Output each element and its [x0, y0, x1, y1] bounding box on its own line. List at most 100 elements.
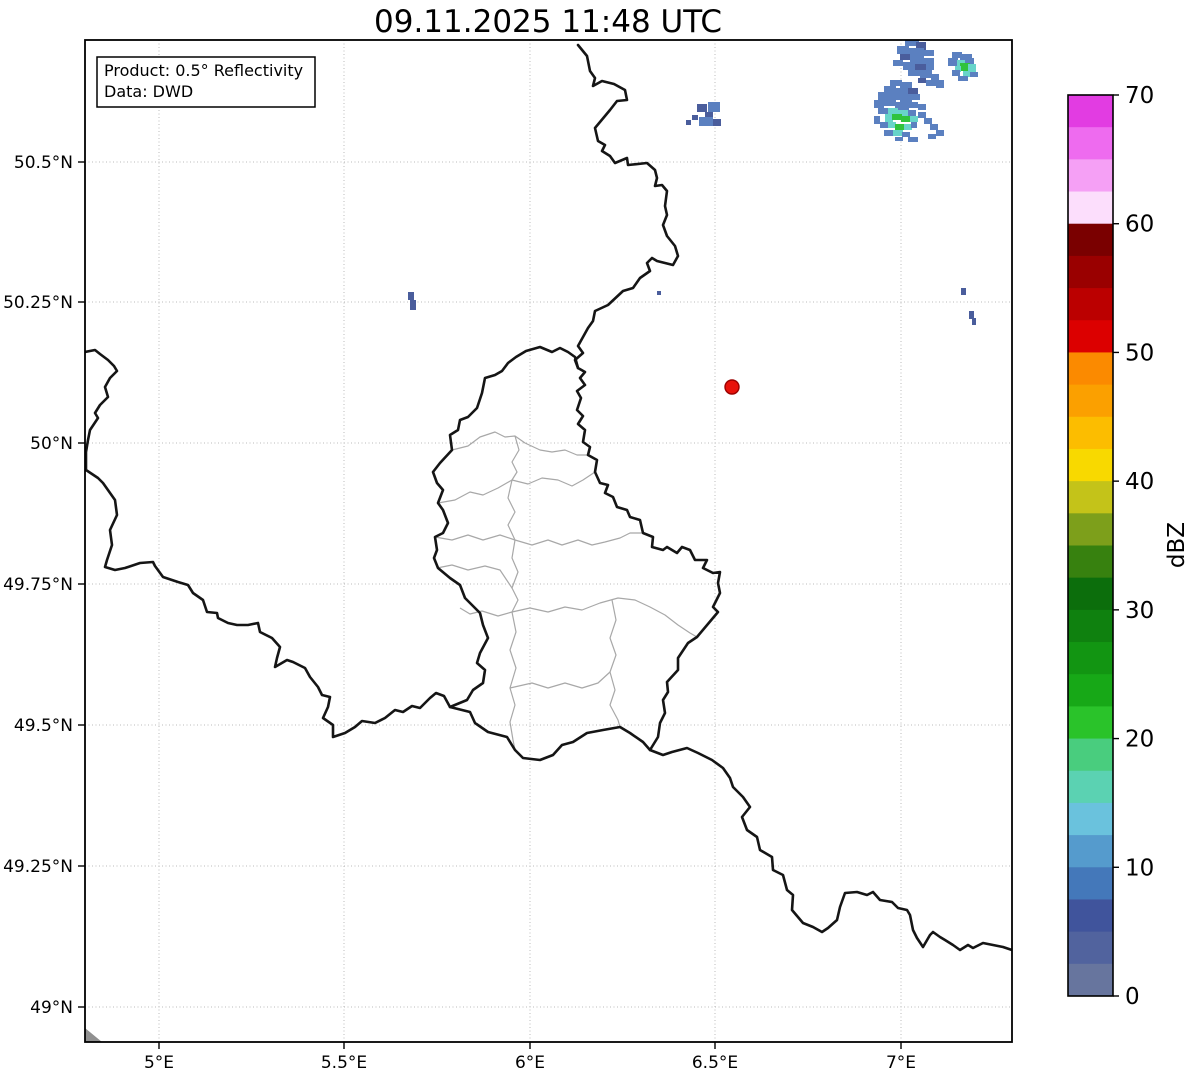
colorbar-segment — [1068, 545, 1113, 579]
colorbar-segment — [1068, 416, 1113, 450]
radar-echo-cell — [697, 104, 707, 112]
colorbar-segment — [1068, 513, 1113, 546]
radar-echo-cell — [408, 292, 414, 300]
colorbar-segment — [1068, 352, 1113, 386]
colorbar-segment — [1068, 963, 1113, 997]
colorbar-segment — [1068, 577, 1113, 611]
radar-echo-cell — [968, 64, 976, 72]
y-tick-label: 50°N — [30, 434, 73, 454]
product-label: Product: 0.5° Reflectivity — [104, 61, 303, 80]
radar-echo-cell — [874, 116, 880, 124]
radar-echo-cell — [888, 122, 896, 128]
radar-echo-cell — [924, 118, 932, 124]
colorbar-tick-label: 60 — [1125, 212, 1154, 238]
colorbar-segment — [1068, 867, 1113, 900]
colorbar-segment — [1068, 320, 1113, 353]
canton-border-line — [507, 479, 516, 541]
radar-map-canvas: 5°E 5.5°E 6°E 6.5°E 7°E 50.5°N 50.25°N 50°N 49.7… — [3, 4, 1190, 1073]
colorbar-segment — [1068, 95, 1113, 128]
colorbar-segment — [1068, 255, 1113, 289]
radar-echo-cell — [708, 102, 720, 112]
radar-echo-cell — [692, 115, 698, 120]
radar-echo-cell — [972, 318, 976, 325]
radar-echo-cell — [948, 58, 958, 66]
x-tick-label: 6.5°E — [692, 1053, 738, 1073]
y-tick-label: 49°N — [30, 998, 73, 1018]
country-border-line — [85, 348, 452, 739]
colorbar-segment — [1068, 706, 1113, 740]
country-border-line — [431, 345, 722, 762]
radar-echo-cell — [903, 62, 915, 70]
radar-echo-cell — [924, 58, 934, 64]
radar-echo-cell — [908, 88, 918, 94]
canton-border-line — [437, 471, 596, 504]
canton-border-line — [509, 671, 611, 689]
radar-figure: 5°E 5.5°E 6°E 6.5°E 7°E 50.5°N 50.25°N 50°N 49.7… — [0, 0, 1202, 1081]
radar-echo-cell — [918, 78, 926, 83]
colorbar-segment — [1068, 899, 1113, 933]
canton-border-line — [609, 599, 621, 728]
radar-echo-cell — [884, 130, 894, 136]
radar-echo-cell — [904, 124, 912, 130]
radar-echo-cell — [926, 64, 934, 70]
x-tick-label: 7°E — [886, 1053, 916, 1073]
y-tick-label: 50.25°N — [3, 293, 73, 313]
colorbar-tick-label: 50 — [1125, 340, 1154, 366]
radar-echo-cell — [897, 46, 909, 54]
radar-echo-cell — [888, 108, 898, 114]
x-tick-label: 5°E — [144, 1053, 174, 1073]
y-tick-label: 49.5°N — [14, 716, 73, 736]
colorbar-segment — [1068, 191, 1113, 225]
colorbar-tick-label: 20 — [1125, 727, 1154, 753]
radar-echo-cell — [918, 112, 926, 118]
radar-echo-cell — [908, 137, 918, 142]
radar-echo-cell — [900, 94, 912, 102]
axes: 5°E 5.5°E 6°E 6.5°E 7°E 50.5°N 50.25°N 50°N 49.7… — [3, 153, 916, 1073]
radar-echo-cell — [936, 130, 944, 136]
colorbar-segment — [1068, 738, 1113, 772]
colorbar-segment — [1068, 931, 1113, 965]
radar-echo-cell — [961, 288, 966, 295]
canton-border-line — [511, 539, 519, 613]
radar-echo-cell — [895, 137, 903, 141]
colorbar-segment — [1068, 674, 1113, 707]
radar-echo-cell — [893, 60, 903, 66]
colorbar-segment — [1068, 770, 1113, 804]
radar-echo-cell — [892, 114, 902, 120]
radar-echo-cell — [895, 124, 905, 130]
radar-echo-cell — [952, 70, 960, 76]
x-tick-label: 6°E — [515, 1053, 545, 1073]
radar-echo-cell — [910, 116, 918, 122]
radar-echo-cell — [686, 120, 691, 125]
canton-border-line — [459, 607, 513, 617]
country-borders — [85, 43, 1012, 952]
radar-echo-cell — [895, 88, 909, 94]
y-tick-label: 49.75°N — [3, 575, 73, 595]
map-corner-landmass — [85, 1028, 102, 1042]
y-tick-label: 49.25°N — [3, 857, 73, 877]
radar-echo-cell — [969, 311, 974, 319]
colorbar-segment — [1068, 223, 1113, 257]
colorbar-segment — [1068, 127, 1113, 160]
radar-echo-cell — [878, 108, 888, 114]
data-source-label: Data: DWD — [104, 82, 193, 101]
canton-border-line — [511, 597, 698, 638]
colorbar-tick-label: 30 — [1125, 598, 1154, 624]
colorbar-segment — [1068, 609, 1113, 643]
colorbar-segment — [1068, 802, 1113, 836]
canton-borders — [434, 431, 698, 751]
x-tick-label: 5.5°E — [321, 1053, 367, 1073]
colorbar-segment — [1068, 288, 1113, 321]
radar-echo-cell — [926, 80, 936, 86]
radar-echo-cell — [931, 74, 939, 80]
colorbar-tick-label: 10 — [1125, 855, 1154, 881]
canton-border-line — [509, 611, 517, 751]
radar-echo-cell — [410, 300, 416, 310]
colorbar: 0 10 20 30 40 50 60 70 — [1067, 83, 1154, 1010]
radar-site-marker — [724, 379, 740, 395]
radar-echo-cell — [958, 76, 968, 81]
colorbar-segment — [1068, 835, 1113, 868]
radar-echo-cell — [922, 50, 934, 56]
colorbar-segment — [1068, 642, 1113, 675]
radar-echo-cell — [893, 130, 903, 136]
